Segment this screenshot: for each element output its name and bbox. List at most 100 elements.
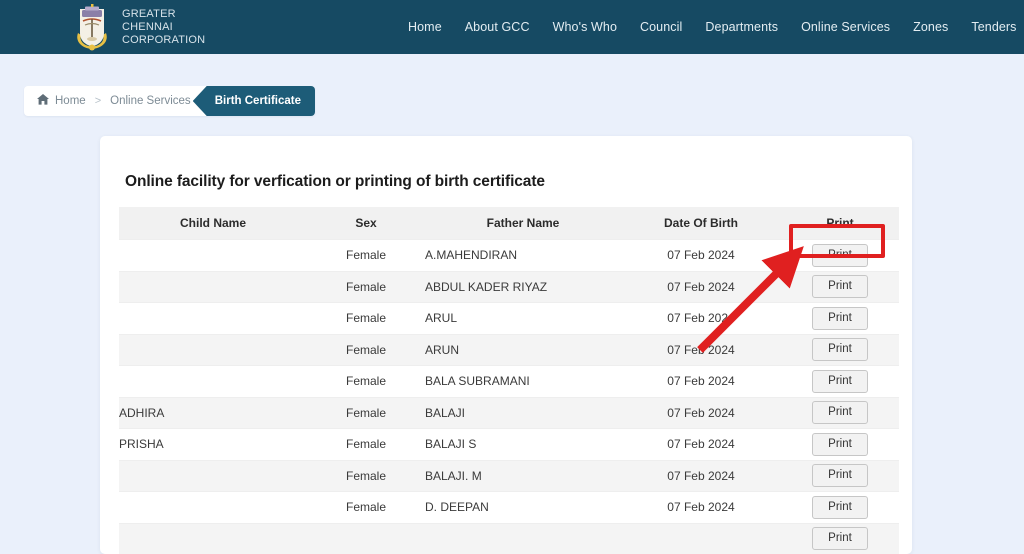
cell-sex [307, 523, 425, 554]
print-button[interactable]: Print [812, 496, 868, 519]
breadcrumb-home-link[interactable]: Home [55, 95, 86, 107]
cell-sex: Female [307, 492, 425, 524]
cell-sex: Female [307, 366, 425, 398]
cell-print: Print [781, 303, 899, 335]
cell-print: Print [781, 271, 899, 303]
cell-child-name [119, 271, 307, 303]
table-row: FemaleARUN07 Feb 2024 Print [119, 334, 899, 366]
cell-sex: Female [307, 271, 425, 303]
brand-text: GREATER CHENNAI CORPORATION [122, 8, 205, 47]
main-navigation: Home About GCC Who's Who Council Departm… [408, 0, 1017, 54]
cell-print: Print [781, 523, 899, 554]
cell-father-name: ABDUL KADER RIYAZ [425, 271, 621, 303]
breadcrumb-active-birth-certificate[interactable]: Birth Certificate [193, 86, 315, 116]
cell-father-name: BALAJI S [425, 429, 621, 461]
cell-date-of-birth: 07 Feb 2024 [621, 303, 781, 335]
cell-child-name: ADHIRA [119, 397, 307, 429]
cell-father-name: A.MAHENDIRAN [425, 240, 621, 272]
breadcrumb-online-services-link[interactable]: Online Services [110, 95, 191, 107]
nav-item-home[interactable]: Home [408, 20, 442, 34]
table-header-row: Child Name Sex Father Name Date Of Birth… [119, 207, 899, 240]
cell-father-name: BALA SUBRAMANI [425, 366, 621, 398]
nav-item-tenders[interactable]: Tenders [971, 20, 1016, 34]
cell-father-name [425, 523, 621, 554]
table-row: FemaleA.MAHENDIRAN07 Feb 2024 Print [119, 240, 899, 272]
cell-father-name: BALAJI. M [425, 460, 621, 492]
cell-child-name [119, 523, 307, 554]
birth-certificate-table: Child Name Sex Father Name Date Of Birth… [119, 207, 899, 554]
cell-print: Print [781, 334, 899, 366]
table-row: PRISHAFemaleBALAJI S07 Feb 2024 Print [119, 429, 899, 461]
nav-item-departments[interactable]: Departments [705, 20, 778, 34]
cell-sex: Female [307, 397, 425, 429]
table-body: FemaleA.MAHENDIRAN07 Feb 2024PrintFemale… [119, 240, 899, 554]
brand-line-2: CHENNAI [122, 21, 205, 34]
cell-print: Print [781, 460, 899, 492]
print-button[interactable]: Print [812, 370, 868, 393]
nav-item-council[interactable]: Council [640, 20, 682, 34]
cell-sex: Female [307, 429, 425, 461]
home-icon [37, 92, 49, 110]
cell-child-name [119, 240, 307, 272]
cell-child-name [119, 334, 307, 366]
cell-father-name: BALAJI [425, 397, 621, 429]
cell-sex: Female [307, 240, 425, 272]
cell-print: Print [781, 429, 899, 461]
table-header: Child Name Sex Father Name Date Of Birth… [119, 207, 899, 240]
cell-print: Print [781, 240, 899, 272]
nav-item-whos-who[interactable]: Who's Who [553, 20, 617, 34]
cell-print: Print [781, 492, 899, 524]
brand-logo[interactable]: GREATER CHENNAI CORPORATION [72, 3, 205, 51]
cell-father-name: ARUN [425, 334, 621, 366]
table-row: FemaleBALAJI. M07 Feb 2024 Print [119, 460, 899, 492]
cell-date-of-birth: 07 Feb 2024 [621, 397, 781, 429]
print-button[interactable]: Print [812, 401, 868, 424]
column-header-father-name: Father Name [425, 207, 621, 240]
print-button[interactable]: Print [812, 307, 868, 330]
cell-sex: Female [307, 460, 425, 492]
column-header-child-name: Child Name [119, 207, 307, 240]
print-button[interactable]: Print [812, 244, 868, 267]
cell-date-of-birth: 07 Feb 2024 [621, 460, 781, 492]
column-header-print: Print [781, 207, 899, 240]
column-header-sex: Sex [307, 207, 425, 240]
cell-print: Print [781, 397, 899, 429]
cell-print: Print [781, 366, 899, 398]
cell-date-of-birth: 07 Feb 2024 [621, 240, 781, 272]
breadcrumb: Home > Online Services Birth Certificate [24, 86, 315, 116]
cell-date-of-birth: 07 Feb 2024 [621, 334, 781, 366]
cell-sex: Female [307, 334, 425, 366]
breadcrumb-separator: > [95, 95, 101, 107]
table-row: ADHIRAFemaleBALAJI07 Feb 2024 Print [119, 397, 899, 429]
print-button[interactable]: Print [812, 464, 868, 487]
nav-item-online-services[interactable]: Online Services [801, 20, 890, 34]
cell-date-of-birth: 07 Feb 2024 [621, 429, 781, 461]
page-title: Online facility for verfication or print… [125, 173, 912, 191]
nav-item-zones[interactable]: Zones [913, 20, 948, 34]
site-header: GREATER CHENNAI CORPORATION Home About G… [0, 0, 1024, 54]
print-button[interactable]: Print [812, 433, 868, 456]
gcc-emblem-icon [72, 3, 112, 51]
cell-date-of-birth [621, 523, 781, 554]
content-card: Online facility for verfication or print… [100, 136, 912, 554]
cell-date-of-birth: 07 Feb 2024 [621, 366, 781, 398]
cell-child-name [119, 303, 307, 335]
print-button[interactable]: Print [812, 338, 868, 361]
nav-item-about-gcc[interactable]: About GCC [465, 20, 530, 34]
table-row: FemaleABDUL KADER RIYAZ07 Feb 2024Print [119, 271, 899, 303]
cell-date-of-birth: 07 Feb 2024 [621, 492, 781, 524]
cell-sex: Female [307, 303, 425, 335]
print-button[interactable]: Print [812, 527, 868, 550]
cell-father-name: ARUL [425, 303, 621, 335]
column-header-date-of-birth: Date Of Birth [621, 207, 781, 240]
cell-child-name: PRISHA [119, 429, 307, 461]
table-row: FemaleARUL07 Feb 2024 Print [119, 303, 899, 335]
table-row: Print [119, 523, 899, 554]
table-row: FemaleD. DEEPAN07 Feb 2024 Print [119, 492, 899, 524]
brand-line-1: GREATER [122, 8, 205, 21]
cell-father-name: D. DEEPAN [425, 492, 621, 524]
cell-child-name [119, 366, 307, 398]
print-button[interactable]: Print [812, 275, 868, 298]
table-row: FemaleBALA SUBRAMANI07 Feb 2024 Print [119, 366, 899, 398]
breadcrumb-trail: Home > Online Services [24, 86, 191, 116]
